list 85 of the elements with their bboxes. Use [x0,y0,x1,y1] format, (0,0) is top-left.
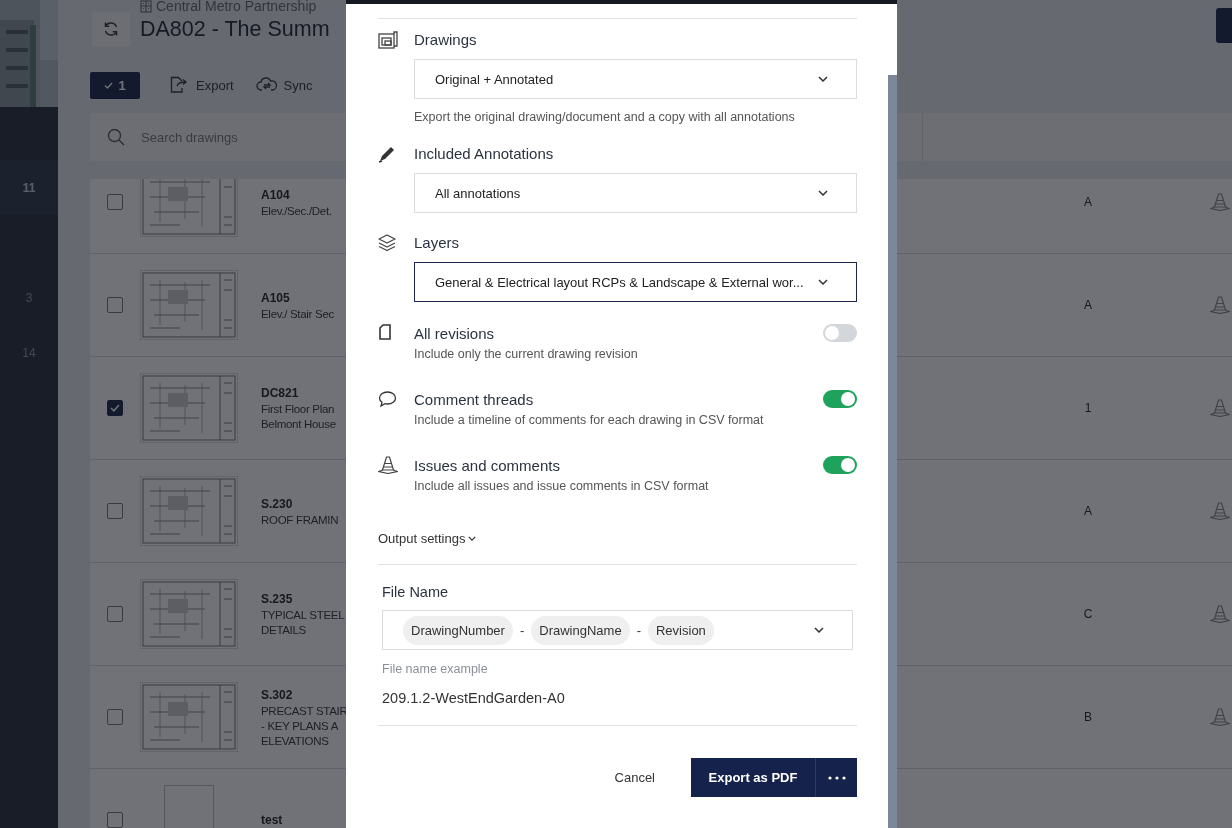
dropdown[interactable]: Original + Annotated [414,59,857,99]
dropdown[interactable]: General & Electrical layout RCPs & Landscape & External wor... [414,262,857,302]
drawing-name: DETAILS [261,624,306,636]
search-icon [107,128,125,146]
revision-cell-text: C [1082,607,1094,621]
drawing-number: A104 [261,187,290,202]
field-label: File Name [382,584,450,600]
row-checkbox[interactable] [107,812,123,828]
revision-cell-text: A [1083,195,1093,209]
chevron-down-icon [814,627,824,633]
separator: - [636,622,641,638]
toggle-switch[interactable] [823,456,857,474]
traffic-cone-icon [1210,708,1230,726]
separator: - [519,622,525,638]
section-title: Included Annotations [414,144,555,164]
drawing-name: Belmont House [261,418,336,430]
revision-cell-text: A [1083,298,1093,312]
row-checkbox[interactable] [107,606,123,622]
chevron-down-icon [818,190,828,196]
refresh-button[interactable] [92,12,130,46]
cancel-button[interactable]: Cancel [610,766,659,789]
section-title: Layers [414,233,461,253]
cloud-sync-icon [255,77,278,93]
option-description: Include only the current drawing revision [414,347,639,361]
chevron-icon [468,536,477,541]
row-checkbox[interactable] [107,709,123,725]
check-icon [104,81,114,89]
layers-icon [378,234,396,252]
traffic-cone-icon [1210,605,1230,623]
page-title: DA802 - The Summ [140,17,330,42]
drawing-name: TYPICAL STEEL [261,609,345,621]
pen-icon [378,145,396,163]
example-file-name: 209.1.2-WestEndGarden-A0 [382,690,566,706]
drawing-number: A105 [261,290,290,305]
drawing-name: First Floor Plan [261,403,335,415]
drawing-name: ROOF FRAMIN [261,513,339,526]
row-checkbox[interactable] [107,297,123,313]
output-settings-toggle[interactable]: Output settings [378,531,477,546]
selection-count-button[interactable]: 1 [90,71,140,99]
row-checkbox[interactable] [107,400,123,416]
drawing-name: - KEY PLANS A [261,719,339,732]
dropdown[interactable]: All annotations [414,173,857,213]
option-description: Include all issues and issue comments in CSV format [414,479,710,493]
drawing-name: ELEVATIONS [261,734,329,747]
option-description: Include a timeline of comments for each drawing in CSV format [414,413,765,427]
refresh-icon [103,21,119,37]
token-chip: DrawingNumber [403,615,513,645]
token-chip: Revision [648,615,714,645]
traffic-cone-icon [1210,296,1230,314]
example-label: File name example [382,662,489,676]
traffic-cone-icon [1210,193,1230,211]
file-name-field[interactable]: DrawingNumber - DrawingName - Revision [382,610,853,650]
drawing-number: DC821 [261,386,299,400]
drawing-name: PRECAST STAIR [261,704,348,717]
help-text: Export the original drawing/document and a copy with all annotations [414,110,796,124]
option-title: Issues and comments [414,456,561,476]
speech-bubble-icon [378,390,397,408]
drawing-number: S.302 [261,687,293,702]
building-icon [140,0,152,13]
scrollbar[interactable] [888,75,897,828]
toggle-switch[interactable] [823,390,857,408]
toggle-switch[interactable] [823,324,857,342]
traffic-cone-icon [1210,502,1230,520]
drawing-name: Elev./Sec./Det. [261,204,332,217]
row-checkbox[interactable] [107,503,123,519]
page-icon [378,324,392,340]
revision-cell-text: A [1083,504,1093,518]
row-checkbox[interactable] [107,194,123,210]
traffic-cone-icon [378,456,398,474]
revision-cell-text: 1 [1083,401,1093,415]
drawing-sheet-icon [378,31,398,49]
option-title: All revisions [414,324,496,344]
token-chip: DrawingName [531,615,630,645]
more-icon [827,775,846,780]
drawing-number: S.230 [261,496,293,511]
drawing-name: Elev./ Stair Sec [261,307,334,320]
option-title: Comment threads [414,390,535,410]
traffic-cone-icon [1210,399,1230,417]
drawing-number: test [261,813,283,827]
revision-cell-text: B [1083,710,1093,724]
chevron-down-icon [818,76,828,82]
chevron-down-icon [818,279,828,285]
section-title: Drawings [414,30,478,50]
check-icon [110,404,120,412]
drawing-number: S.235 [261,592,293,606]
